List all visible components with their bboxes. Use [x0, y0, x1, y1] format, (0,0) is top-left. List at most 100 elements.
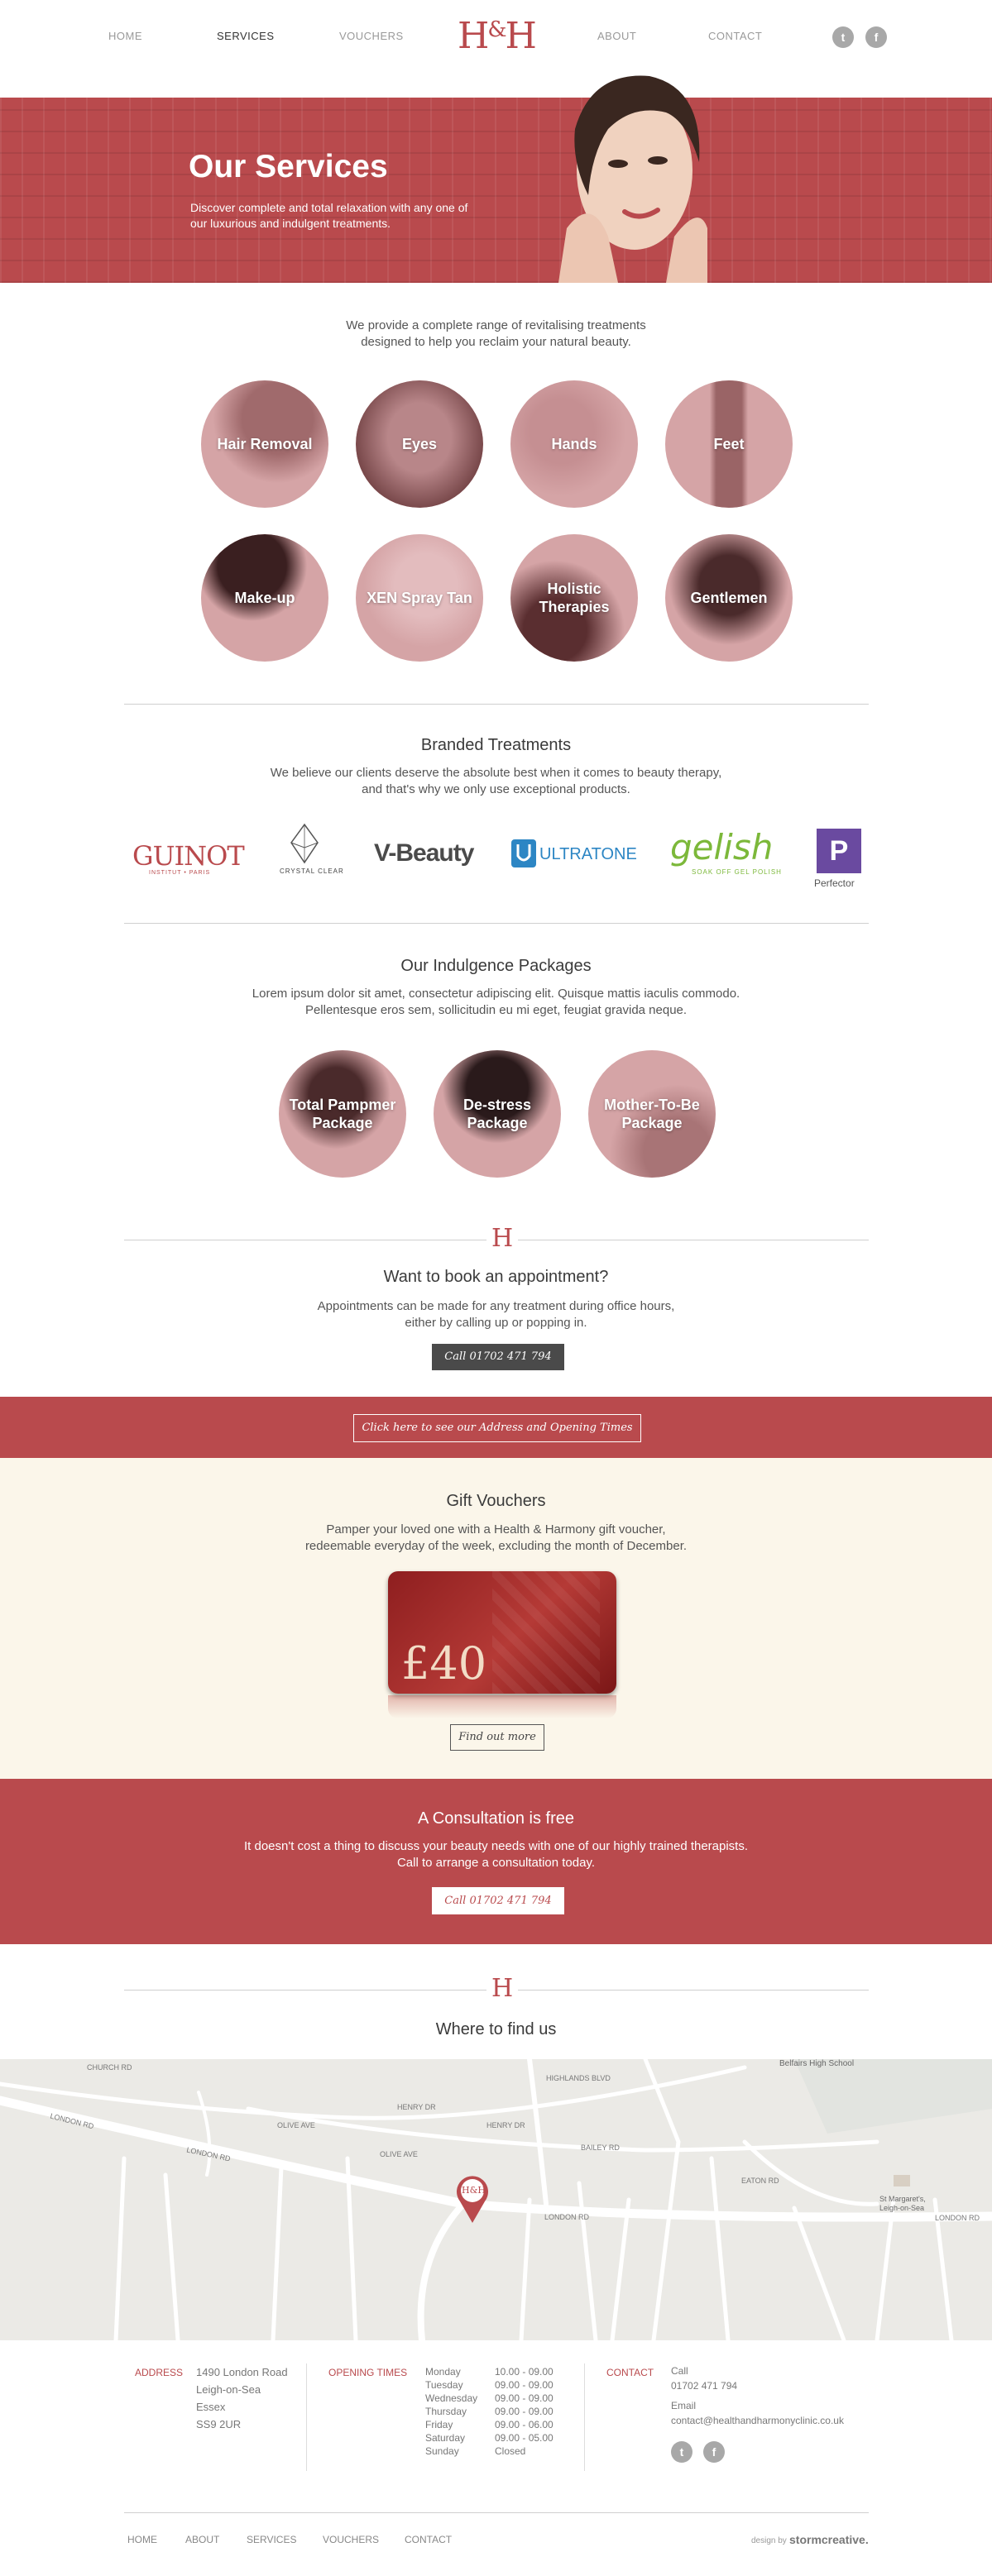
day-hours: 09.00 - 06.00 [495, 2419, 554, 2430]
day-hours: 09.00 - 09.00 [495, 2379, 554, 2391]
footer-nav-vouchers[interactable]: VOUCHERS [323, 2534, 379, 2545]
address-label: ADDRESS [135, 2367, 184, 2378]
address-line: 1490 London Road [196, 2366, 288, 2378]
brand-guinot-sub: INSTITUT • PARIS [149, 870, 211, 876]
divider [124, 704, 869, 705]
service-xen-spray-tan[interactable]: XEN Spray Tan [356, 534, 483, 662]
map-road-label: OLIVE AVE [380, 2150, 418, 2158]
service-hands[interactable]: Hands [510, 380, 638, 508]
brand-vbeauty-logo: V-Beauty [374, 839, 474, 867]
map-pin-label: H&H [462, 2185, 486, 2196]
call-booking-button[interactable]: Call 01702 471 794 [432, 1344, 564, 1370]
address-line: Essex [196, 2401, 226, 2413]
package-total-pamper[interactable]: Total Pampmer Package [279, 1050, 406, 1178]
site-logo[interactable]: H&H [458, 15, 537, 57]
service-hair-removal[interactable]: Hair Removal [201, 380, 328, 508]
brand-ultratone-logo: ULTRATONE [539, 845, 637, 863]
day-name: Sunday [425, 2445, 459, 2457]
divider [124, 2512, 869, 2513]
service-holistic-therapies[interactable]: Holistic Therapies [510, 534, 638, 662]
intro-line: We provide a complete range of revitalis… [346, 318, 646, 332]
consultation-description: It doesn't cost a thing to discuss your … [0, 1838, 992, 1871]
service-gentlemen[interactable]: Gentlemen [665, 534, 793, 662]
gift-voucher-card: £40 [388, 1571, 616, 1694]
nav-vouchers[interactable]: VOUCHERS [339, 30, 404, 42]
service-feet[interactable]: Feet [665, 380, 793, 508]
nav-contact[interactable]: CONTACT [708, 30, 762, 42]
booking-description: Appointments can be made for any treatme… [0, 1298, 992, 1331]
service-label: Hands [551, 436, 597, 452]
twitter-icon[interactable]: t [671, 2441, 692, 2463]
opening-days: Monday Tuesday Wednesday Thursday Friday… [425, 2365, 477, 2458]
booking-line: either by calling up or popping in. [405, 1316, 587, 1330]
branded-line: and that's why we only use exceptional p… [362, 782, 630, 796]
map-road-label: LONDON RD [544, 2213, 590, 2221]
service-label: Make-up [234, 590, 295, 606]
consultation-title: A Consultation is free [418, 1809, 574, 1828]
day-hours: 09.00 - 09.00 [495, 2392, 554, 2404]
packages-line: Lorem ipsum dolor sit amet, consectetur … [252, 987, 740, 1001]
services-intro: We provide a complete range of revitalis… [0, 318, 992, 351]
package-label: De-stress Package [462, 1097, 532, 1131]
opening-hours: 10.00 - 09.00 09.00 - 09.00 09.00 - 09.0… [495, 2365, 554, 2458]
day-name: Thursday [425, 2406, 467, 2417]
intro-line: designed to help you reclaim your natura… [361, 335, 631, 349]
twitter-icon[interactable]: t [832, 26, 854, 48]
day-hours: Closed [495, 2445, 526, 2457]
contact-phone[interactable]: 01702 471 794 [671, 2378, 844, 2393]
packages-title: Our Indulgence Packages [400, 957, 592, 975]
nav-home[interactable]: HOME [108, 30, 142, 42]
footer-nav-services[interactable]: SERVICES [247, 2534, 296, 2545]
service-make-up[interactable]: Make-up [201, 534, 328, 662]
map-pin-icon[interactable] [453, 2173, 491, 2225]
consultation-line: Call to arrange a consultation today. [396, 1856, 596, 1870]
day-name: Saturday [425, 2432, 466, 2444]
package-de-stress[interactable]: De-stress Package [434, 1050, 561, 1178]
contact-email[interactable]: contact@healthandharmonyclinic.co.uk [671, 2413, 844, 2428]
branded-line: We believe our clients deserve the absol… [270, 766, 722, 780]
day-hours: 10.00 - 09.00 [495, 2366, 554, 2378]
perfector-p-icon: P [817, 829, 861, 873]
footer-divider [306, 2363, 307, 2471]
hero-banner: Our Services Discover complete and total… [0, 98, 992, 283]
designer-credit-link[interactable]: stormcreative. [789, 2533, 869, 2546]
map-road-label: HIGHLANDS BLVD [546, 2074, 611, 2082]
service-eyes[interactable]: Eyes [356, 380, 483, 508]
address-line: Leigh-on-Sea [196, 2383, 261, 2396]
service-label: XEN Spray Tan [367, 590, 472, 606]
find-out-more-button[interactable]: Find out more [450, 1724, 544, 1751]
footer-nav-about[interactable]: ABOUT [185, 2534, 219, 2545]
brand-h-mark: H [486, 1224, 519, 1253]
call-consultation-button[interactable]: Call 01702 471 794 [432, 1887, 564, 1914]
map-place-label: Belfairs High School [779, 2059, 855, 2068]
footer-nav-contact[interactable]: CONTACT [405, 2534, 452, 2545]
map-place-label: St Margaret's, Leigh-on-Sea [879, 2195, 926, 2212]
brand-crystal-clear: CRYSTAL CLEAR [280, 867, 344, 875]
voucher-amount: £40 [401, 1637, 487, 1689]
address-opening-times-button[interactable]: Click here to see our Address and Openin… [353, 1414, 641, 1442]
opening-times-label: OPENING TIMES [328, 2367, 408, 2378]
package-mother-to-be[interactable]: Mother-To-Be Package [588, 1050, 716, 1178]
service-label: Hair Removal [217, 436, 313, 452]
package-label: Mother-To-Be Package [604, 1097, 700, 1131]
packages-description: Lorem ipsum dolor sit amet, consectetur … [0, 986, 992, 1019]
service-label: Eyes [401, 436, 438, 452]
footer-nav-home[interactable]: HOME [127, 2534, 157, 2545]
location-map[interactable]: H&H [0, 2059, 992, 2340]
facebook-icon[interactable]: f [865, 26, 887, 48]
day-name: Wednesday [425, 2392, 478, 2404]
map-road-label: HENRY DR [397, 2103, 436, 2111]
service-label: Feet [713, 436, 745, 452]
package-label: Total Pampmer Package [289, 1097, 396, 1131]
email-label: Email [671, 2400, 697, 2411]
day-name: Monday [425, 2366, 461, 2378]
nav-about[interactable]: ABOUT [597, 30, 636, 42]
vouchers-line: redeemable everyday of the week, excludi… [304, 1539, 688, 1553]
facebook-icon[interactable]: f [703, 2441, 725, 2463]
hero-subtitle: Discover complete and total relaxation w… [190, 201, 468, 230]
vouchers-description: Pamper your loved one with a Health & Ha… [0, 1522, 992, 1555]
brand-h-mark: H [486, 1974, 519, 2003]
booking-line: Appointments can be made for any treatme… [317, 1299, 675, 1313]
nav-services[interactable]: SERVICES [217, 30, 275, 42]
day-hours: 09.00 - 05.00 [495, 2432, 554, 2444]
